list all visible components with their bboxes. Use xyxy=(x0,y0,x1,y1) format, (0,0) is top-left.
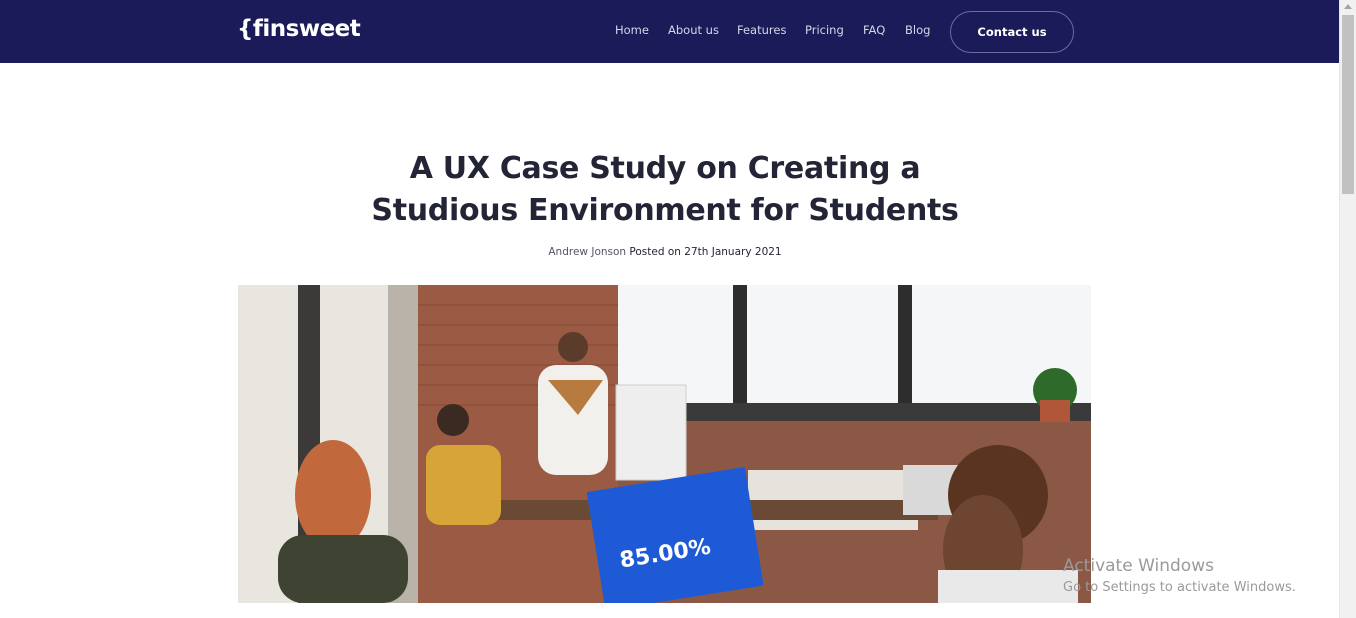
activate-windows-watermark: Activate Windows Go to Settings to activ… xyxy=(1063,556,1296,595)
article-title: A UX Case Study on Creating a Studious E… xyxy=(320,148,1010,232)
nav-link-pricing[interactable]: Pricing xyxy=(805,23,844,37)
contact-us-button[interactable]: Contact us xyxy=(950,11,1074,53)
nav-link-about-us[interactable]: About us xyxy=(668,23,719,37)
article-title-line-1: A UX Case Study on Creating a xyxy=(409,151,921,186)
nav-link-home[interactable]: Home xyxy=(615,23,649,37)
finsweet-logo[interactable]: {finsweet xyxy=(237,16,361,42)
scrollbar-thumb[interactable] xyxy=(1342,15,1354,194)
nav-link-faq[interactable]: FAQ xyxy=(863,23,885,37)
top-navbar: {finsweet Home About us Features Pricing… xyxy=(0,0,1339,63)
hero-image: 85.00% xyxy=(238,285,1091,603)
article-author[interactable]: Andrew Jonson xyxy=(548,246,626,258)
hero-image-illustration: 85.00% xyxy=(238,285,1091,603)
activate-windows-title: Activate Windows xyxy=(1063,556,1214,576)
nav-link-features[interactable]: Features xyxy=(737,23,786,37)
activate-windows-hint: Go to Settings to activate Windows. xyxy=(1063,580,1296,595)
article-meta: Andrew Jonson Posted on 27th January 202… xyxy=(320,246,1010,258)
page-scrollbar[interactable] xyxy=(1339,0,1356,618)
nav-link-blog[interactable]: Blog xyxy=(905,23,930,37)
article-date: Posted on 27th January 2021 xyxy=(629,246,782,258)
scroll-up-arrow-icon[interactable] xyxy=(1344,4,1352,9)
article-title-line-2: Studious Environment for Students xyxy=(371,193,959,228)
